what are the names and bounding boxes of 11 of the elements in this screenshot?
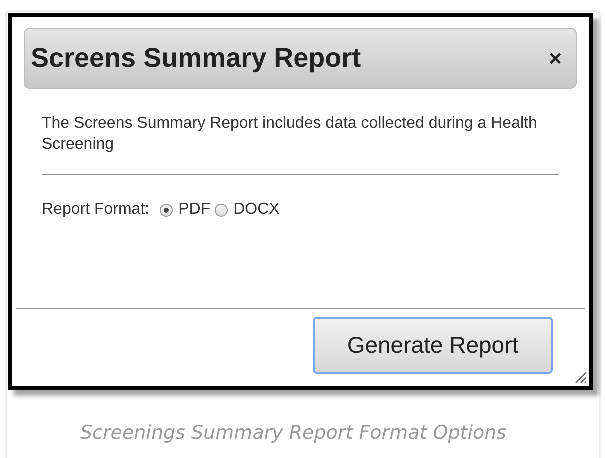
resize-grip-icon[interactable]: [573, 370, 587, 384]
generate-report-button[interactable]: Generate Report: [313, 317, 553, 374]
close-button[interactable]: ×: [541, 42, 570, 75]
dialog-title: Screens Summary Report: [31, 42, 362, 76]
format-radio[interactable]: DOCX: [214, 198, 280, 222]
format-radio[interactable]: PDF: [160, 198, 211, 222]
figure-caption: Screenings Summary Report Format Options: [79, 421, 508, 446]
radio-icon[interactable]: [214, 204, 228, 216]
description-text: The Screens Summary Report includes data collected during a Health Screening: [42, 114, 538, 155]
radio-icon[interactable]: [160, 204, 173, 216]
format-label: Report Format:: [42, 200, 150, 220]
